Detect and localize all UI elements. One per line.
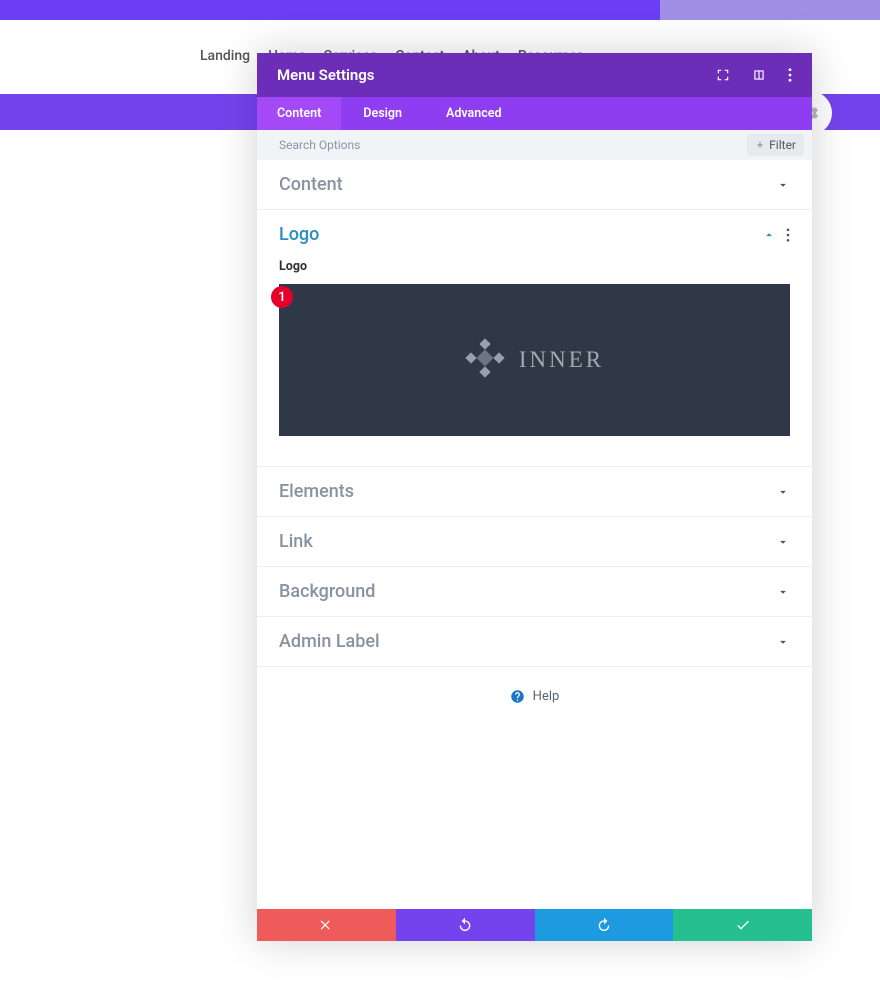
section-content[interactable]: Content <box>257 160 812 209</box>
cancel-button[interactable] <box>257 909 396 941</box>
section-elements[interactable]: Elements <box>257 467 812 516</box>
logo-mark-icon <box>465 338 505 382</box>
menu-settings-modal: Menu Settings Content Design Advanced Se… <box>257 53 812 941</box>
modal-title: Menu Settings <box>277 66 375 84</box>
expand-icon[interactable] <box>716 68 730 82</box>
filter-button[interactable]: Filter <box>747 134 804 156</box>
section-background[interactable]: Background <box>257 567 812 616</box>
save-button[interactable] <box>673 909 812 941</box>
section-title: Admin Label <box>279 631 380 652</box>
section-title: Content <box>279 174 343 195</box>
redo-button[interactable] <box>535 909 674 941</box>
tab-content[interactable]: Content <box>257 97 341 130</box>
more-icon[interactable] <box>788 68 792 82</box>
help-link[interactable]: Help <box>257 667 812 726</box>
columns-icon[interactable] <box>752 68 766 82</box>
logo-section-body: Logo 1 I <box>257 259 812 466</box>
section-link[interactable]: Link <box>257 517 812 566</box>
modal-header: Menu Settings <box>257 53 812 97</box>
nav-item[interactable]: Landing <box>200 48 250 64</box>
undo-button[interactable] <box>396 909 535 941</box>
top-brand-band <box>0 0 880 20</box>
tabs: Content Design Advanced <box>257 97 812 130</box>
section-admin-label[interactable]: Admin Label <box>257 617 812 666</box>
section-title: Elements <box>279 481 354 502</box>
modal-footer <box>257 909 812 941</box>
modal-body: Content Logo Logo 1 <box>257 160 812 909</box>
help-label: Help <box>533 689 560 704</box>
search-row: Search Options Filter <box>257 130 812 160</box>
tab-advanced[interactable]: Advanced <box>424 97 524 130</box>
logo-brand-text: INNER <box>519 347 604 373</box>
section-title: Link <box>279 531 313 552</box>
filter-label: Filter <box>769 138 796 152</box>
search-input[interactable]: Search Options <box>279 138 360 152</box>
logo-field-label: Logo <box>279 259 790 274</box>
tab-design[interactable]: Design <box>341 97 424 130</box>
logo-preview[interactable]: 1 INNER <box>279 284 790 436</box>
section-title: Background <box>279 581 375 602</box>
section-logo[interactable]: Logo <box>257 210 812 259</box>
section-title: Logo <box>279 224 319 245</box>
step-badge: 1 <box>271 286 293 308</box>
